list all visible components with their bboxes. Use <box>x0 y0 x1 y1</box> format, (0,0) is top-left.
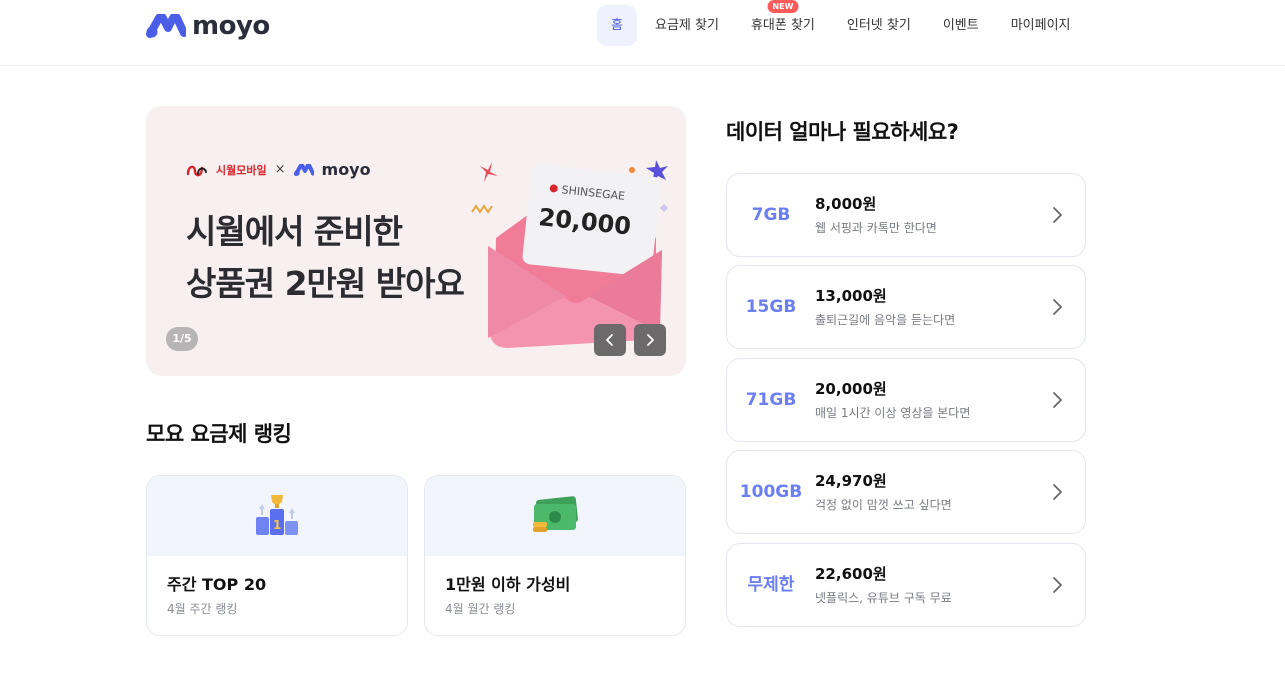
banner-title-line1: 시월에서 준비한 <box>186 212 403 251</box>
data-description: 넷플릭스, 유튜브 구독 무료 <box>815 591 952 605</box>
banner-title: 시월에서 준비한 상품권 2만원 받아요 <box>186 206 465 310</box>
ranking-card-title: 주간 TOP 20 <box>167 575 267 594</box>
brand-x: × <box>274 162 286 177</box>
banner-brand: 시월모바일 × moyo <box>186 160 371 179</box>
chevron-right-icon <box>1053 392 1062 408</box>
main-nav: 홈 요금제 찾기 NEW 휴대폰 찾기 인터넷 찾기 이벤트 마이페이지 <box>597 0 1087 46</box>
data-option-unlimited[interactable]: 무제한 22,600원 넷플릭스, 유튜브 구독 무료 <box>726 543 1086 627</box>
data-price: 22,600원 <box>815 565 887 583</box>
zigzag-deco-icon <box>471 204 493 214</box>
chevron-right-icon <box>1053 207 1062 223</box>
nav-home-label: 홈 <box>611 18 623 33</box>
ranking-card-image: 1 <box>147 476 407 556</box>
nav-phone-search[interactable]: NEW 휴대폰 찾기 <box>735 0 831 46</box>
nav-events[interactable]: 이벤트 <box>927 5 995 46</box>
chevron-right-icon <box>647 334 654 346</box>
ranking-card-budget[interactable]: 1만원 이하 가성비 4월 월간 랭킹 <box>424 475 686 636</box>
nav-mypage-label: 마이페이지 <box>1010 18 1071 33</box>
data-description: 웹 서핑과 카톡만 한다면 <box>815 221 937 235</box>
ranking-card-subtitle: 4월 월간 랭킹 <box>445 602 516 616</box>
data-option-15gb[interactable]: 15GB 13,000원 출퇴근길에 음악을 듣는다면 <box>726 265 1086 349</box>
trophy-podium-icon: 1 <box>256 495 298 535</box>
nav-phone-search-label: 휴대폰 찾기 <box>750 18 815 33</box>
moyo-small-logo-icon <box>293 163 314 176</box>
chevron-right-icon <box>1053 299 1062 315</box>
data-amount: 15GB <box>745 297 797 317</box>
nav-home[interactable]: 홈 <box>597 5 637 46</box>
data-amount: 100GB <box>739 482 803 502</box>
banner-next-button[interactable] <box>634 324 666 356</box>
data-price: 20,000원 <box>815 380 887 398</box>
logo[interactable]: moyo <box>146 10 270 42</box>
slide-counter: 1/5 <box>166 327 198 351</box>
data-amount: 무제한 <box>747 575 795 595</box>
ranking-card-title: 1만원 이하 가성비 <box>445 575 571 594</box>
data-amount: 7GB <box>751 205 791 225</box>
banner-title-line2: 상품권 2만원 받아요 <box>186 264 465 303</box>
dot-deco-icon <box>629 167 635 173</box>
svg-text:1: 1 <box>273 518 281 532</box>
data-price: 13,000원 <box>815 287 887 305</box>
chevron-right-icon <box>1053 577 1062 593</box>
brand-moyo: moyo <box>321 160 371 179</box>
promo-banner[interactable]: 시월모바일 × moyo 시월에서 준비한 상품권 2만원 받아요 SHINSE… <box>146 106 686 376</box>
ranking-card-image <box>425 476 685 556</box>
ranking-title: 모요 요금제 랭킹 <box>146 422 292 446</box>
data-amount: 71GB <box>745 390 797 410</box>
nav-plan-search-label: 요금제 찾기 <box>655 18 719 33</box>
data-option-7gb[interactable]: 7GB 8,000원 웹 서핑과 카톡만 한다면 <box>726 173 1086 257</box>
nav-internet-search[interactable]: 인터넷 찾기 <box>831 5 927 46</box>
nav-plan-search[interactable]: 요금제 찾기 <box>639 5 735 46</box>
logo-text: moyo <box>192 11 270 41</box>
ranking-card-weekly[interactable]: 1 주간 TOP 20 4월 주간 랭킹 <box>146 475 408 636</box>
data-price: 8,000원 <box>815 195 877 213</box>
data-option-71gb[interactable]: 71GB 20,000원 매일 1시간 이상 영상을 본다면 <box>726 358 1086 442</box>
data-description: 걱정 없이 맘껏 쓰고 싶다면 <box>815 498 952 512</box>
data-description: 출퇴근길에 음악을 듣는다면 <box>815 313 956 327</box>
chevron-left-icon <box>606 334 613 346</box>
new-badge: NEW <box>767 0 799 13</box>
nav-events-label: 이벤트 <box>942 18 979 33</box>
header: moyo 홈 요금제 찾기 NEW 휴대폰 찾기 인터넷 찾기 이벤트 마이페이… <box>0 0 1285 66</box>
data-option-100gb[interactable]: 100GB 24,970원 걱정 없이 맘껏 쓰고 싶다면 <box>726 450 1086 534</box>
nav-mypage[interactable]: 마이페이지 <box>995 5 1087 46</box>
moyo-logo-icon <box>146 14 186 38</box>
banner-prev-button[interactable] <box>594 324 626 356</box>
nav-internet-search-label: 인터넷 찾기 <box>846 18 911 33</box>
star-deco-icon <box>480 162 498 182</box>
siwol-logo-icon <box>186 165 207 176</box>
brand-partner: 시월모바일 <box>216 163 267 177</box>
chevron-right-icon <box>1053 484 1062 500</box>
data-price: 24,970원 <box>815 472 887 490</box>
data-usage-title: 데이터 얼마나 필요하세요? <box>726 120 959 144</box>
money-icon <box>533 496 578 532</box>
ranking-card-subtitle: 4월 주간 랭킹 <box>167 602 238 616</box>
data-description: 매일 1시간 이상 영상을 본다면 <box>815 406 971 420</box>
